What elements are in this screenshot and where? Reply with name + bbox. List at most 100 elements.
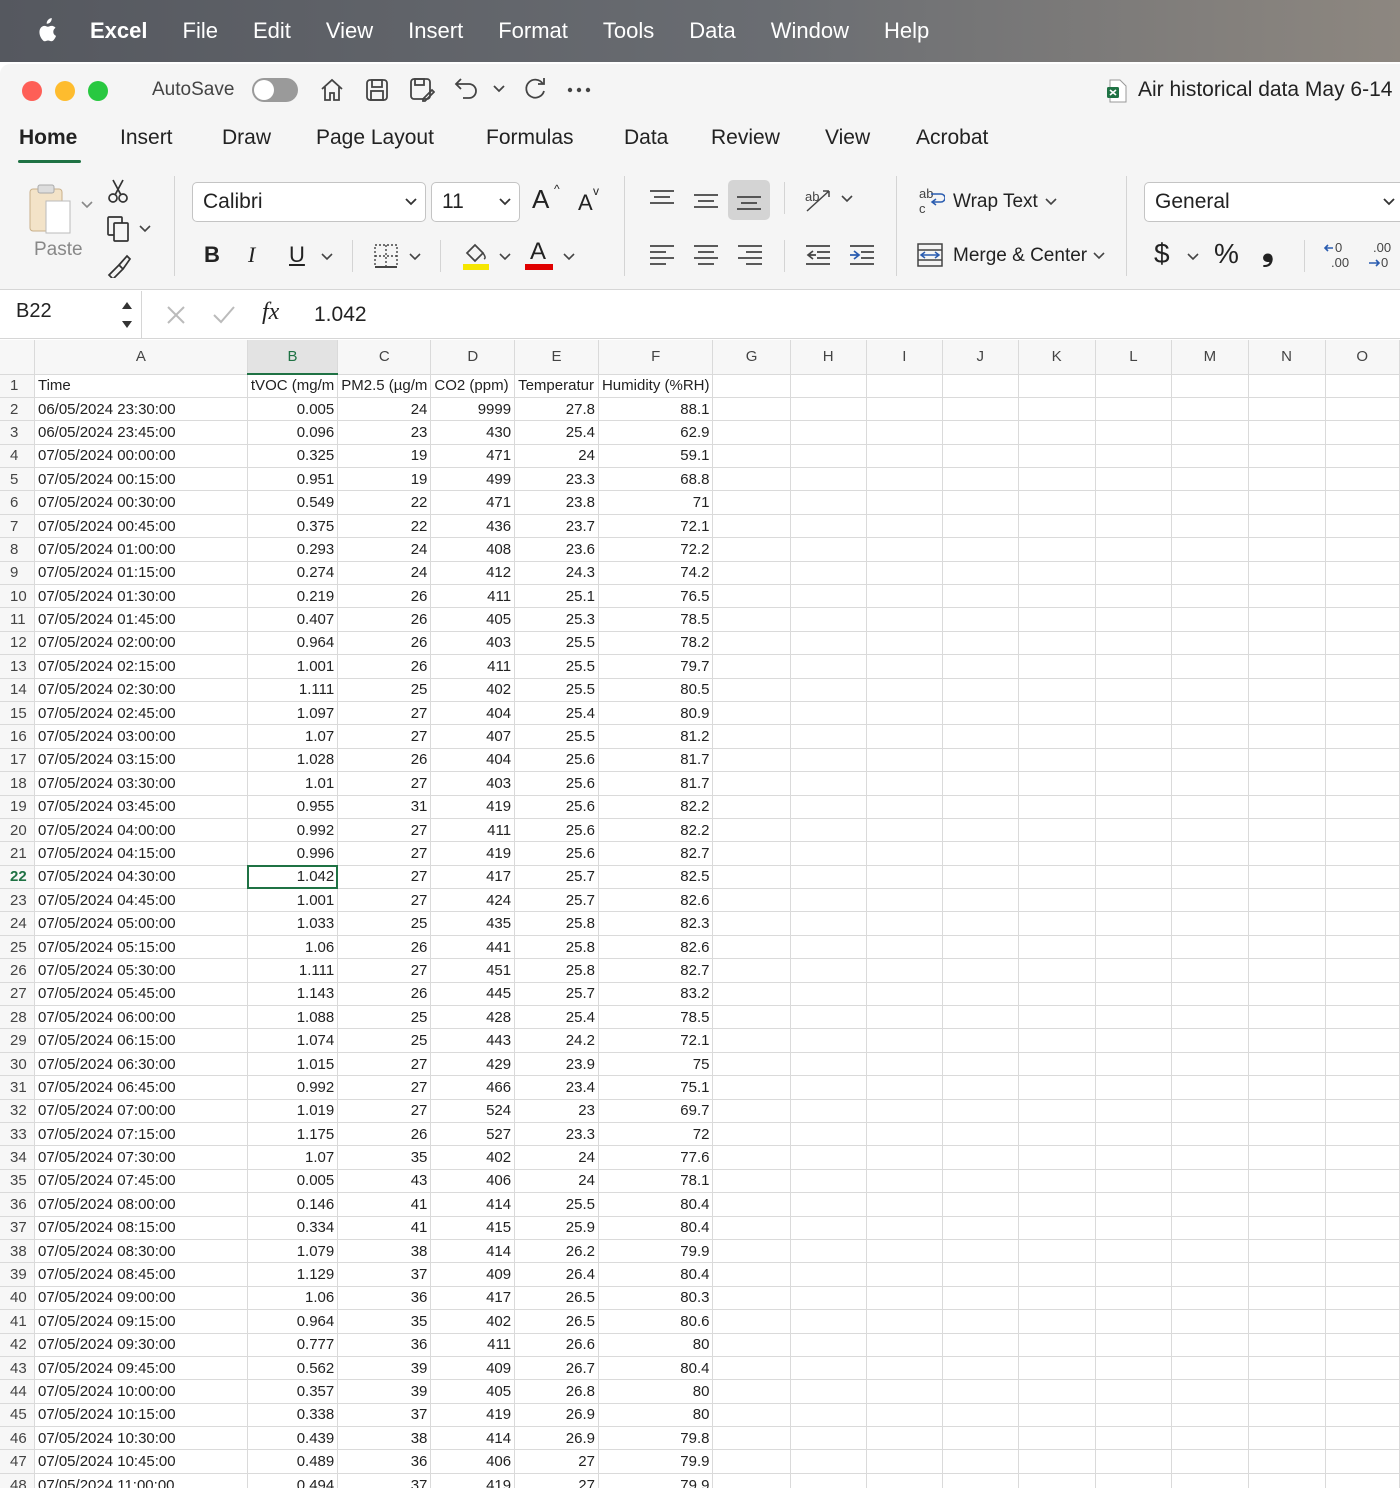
cell-l44[interactable] (1095, 1379, 1173, 1404)
cell-j26[interactable] (942, 958, 1019, 983)
cell-c31[interactable]: 27 (337, 1075, 432, 1100)
cell-d6[interactable]: 471 (430, 490, 516, 515)
cell-g47[interactable] (712, 1449, 791, 1474)
cell-g5[interactable] (712, 467, 791, 492)
cell-i18[interactable] (866, 771, 943, 796)
cell-o7[interactable] (1325, 514, 1400, 539)
cell-k46[interactable] (1018, 1426, 1096, 1451)
cell-m18[interactable] (1171, 771, 1249, 796)
cell-d38[interactable]: 414 (430, 1239, 516, 1264)
cell-a31[interactable]: 07/05/2024 06:45:00 (34, 1075, 248, 1100)
cell-a36[interactable]: 07/05/2024 08:00:00 (34, 1192, 248, 1217)
cell-i41[interactable] (866, 1309, 943, 1334)
cell-i9[interactable] (866, 561, 943, 586)
cell-n41[interactable] (1248, 1309, 1326, 1334)
cell-e47[interactable]: 27 (514, 1449, 599, 1474)
close-window-button[interactable] (22, 81, 42, 101)
cell-a43[interactable]: 07/05/2024 09:45:00 (34, 1356, 248, 1381)
cell-m26[interactable] (1171, 958, 1249, 983)
cell-k8[interactable] (1018, 537, 1096, 562)
cell-m36[interactable] (1171, 1192, 1249, 1217)
currency-dropdown-chevron-icon[interactable] (1186, 250, 1200, 264)
cell-h11[interactable] (790, 607, 867, 632)
cell-k9[interactable] (1018, 561, 1096, 586)
cell-e46[interactable]: 26.9 (514, 1426, 599, 1451)
cell-f17[interactable]: 81.7 (598, 748, 714, 773)
cell-k48[interactable] (1018, 1473, 1096, 1488)
cell-k12[interactable] (1018, 631, 1096, 656)
align-center-icon[interactable] (690, 240, 722, 270)
cell-h29[interactable] (790, 1028, 867, 1053)
cell-i16[interactable] (866, 724, 943, 749)
cell-c28[interactable]: 25 (337, 1005, 432, 1030)
cell-a23[interactable]: 07/05/2024 04:45:00 (34, 888, 248, 913)
cell-l18[interactable] (1095, 771, 1173, 796)
cell-a45[interactable]: 07/05/2024 10:15:00 (34, 1403, 248, 1428)
font-color-button[interactable]: A (530, 238, 546, 266)
align-bottom-icon[interactable] (728, 180, 770, 220)
cell-l19[interactable] (1095, 795, 1173, 819)
column-header-c[interactable]: C (337, 340, 432, 375)
cell-g32[interactable] (712, 1099, 791, 1124)
cell-e7[interactable]: 23.7 (514, 514, 599, 539)
cell-g11[interactable] (712, 607, 791, 632)
menu-insert[interactable]: Insert (408, 18, 463, 44)
row-header[interactable]: 32 (0, 1099, 35, 1124)
cell-m25[interactable] (1171, 935, 1249, 960)
cell-h1[interactable] (790, 374, 867, 398)
cell-o46[interactable] (1325, 1426, 1400, 1451)
cell-i44[interactable] (866, 1379, 943, 1404)
cell-c22[interactable]: 27 (337, 865, 432, 890)
cell-n45[interactable] (1248, 1403, 1326, 1428)
cell-c14[interactable]: 25 (337, 678, 432, 702)
cell-k41[interactable] (1018, 1309, 1096, 1334)
cell-l26[interactable] (1095, 958, 1173, 983)
cell-i7[interactable] (866, 514, 943, 539)
cell-f1[interactable]: Humidity (%RH) (598, 374, 714, 398)
cell-k35[interactable] (1018, 1169, 1096, 1194)
cell-j48[interactable] (942, 1473, 1019, 1488)
italic-button[interactable]: I (248, 242, 255, 268)
cell-k39[interactable] (1018, 1262, 1096, 1287)
cell-l21[interactable] (1095, 841, 1173, 866)
cell-m35[interactable] (1171, 1169, 1249, 1194)
cell-n22[interactable] (1248, 865, 1326, 890)
cell-o23[interactable] (1325, 888, 1400, 913)
cell-a30[interactable]: 07/05/2024 06:30:00 (34, 1052, 248, 1077)
cell-f33[interactable]: 72 (598, 1122, 714, 1147)
cell-e38[interactable]: 26.2 (514, 1239, 599, 1264)
align-middle-icon[interactable] (690, 186, 722, 216)
cell-e12[interactable]: 25.5 (514, 631, 599, 656)
cell-i3[interactable] (866, 420, 943, 445)
cell-n28[interactable] (1248, 1005, 1326, 1030)
tab-view[interactable]: View (825, 126, 870, 150)
cell-n18[interactable] (1248, 771, 1326, 796)
cell-a14[interactable]: 07/05/2024 02:30:00 (34, 678, 248, 702)
cell-c46[interactable]: 38 (337, 1426, 432, 1451)
menu-edit[interactable]: Edit (253, 18, 291, 44)
cell-m14[interactable] (1171, 678, 1249, 702)
decrease-indent-icon[interactable] (802, 240, 834, 270)
cell-g20[interactable] (712, 818, 791, 843)
cell-l1[interactable] (1095, 374, 1173, 398)
cell-l40[interactable] (1095, 1286, 1173, 1311)
cell-o36[interactable] (1325, 1192, 1400, 1217)
cell-l11[interactable] (1095, 607, 1173, 632)
cell-n6[interactable] (1248, 490, 1326, 515)
cell-k33[interactable] (1018, 1122, 1096, 1147)
save-icon[interactable] (363, 76, 391, 104)
cell-n35[interactable] (1248, 1169, 1326, 1194)
cell-k29[interactable] (1018, 1028, 1096, 1053)
cell-c36[interactable]: 41 (337, 1192, 432, 1217)
cell-n30[interactable] (1248, 1052, 1326, 1077)
row-header[interactable]: 18 (0, 771, 35, 796)
row-header[interactable]: 9 (0, 561, 35, 586)
cell-n11[interactable] (1248, 607, 1326, 632)
cell-h43[interactable] (790, 1356, 867, 1381)
cell-g2[interactable] (712, 397, 791, 422)
cell-a35[interactable]: 07/05/2024 07:45:00 (34, 1169, 248, 1194)
cell-d32[interactable]: 524 (430, 1099, 516, 1124)
cell-i2[interactable] (866, 397, 943, 422)
cell-b28[interactable]: 1.088 (247, 1005, 339, 1030)
cell-g3[interactable] (712, 420, 791, 445)
